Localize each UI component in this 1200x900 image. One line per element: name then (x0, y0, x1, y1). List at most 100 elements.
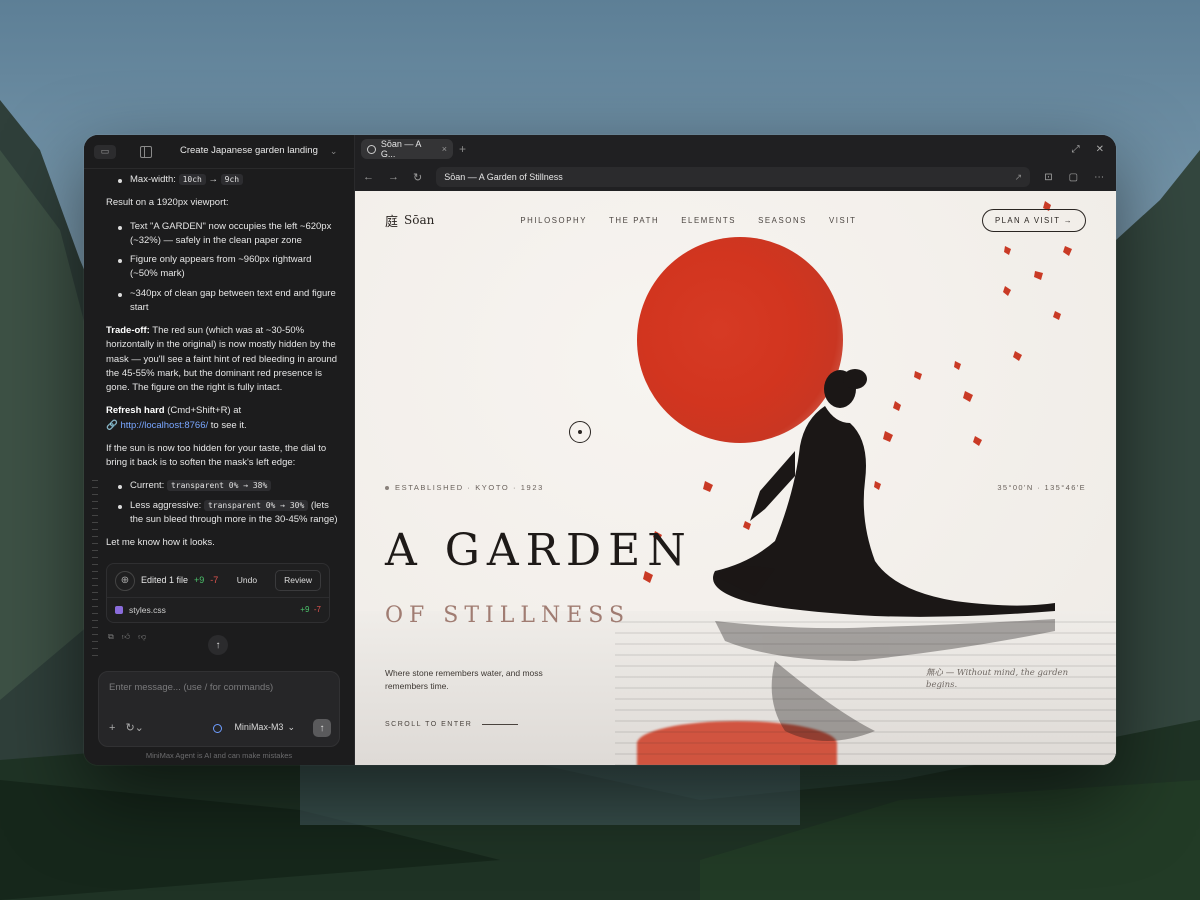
localhost-link[interactable]: 🔗 http://localhost:8766/ (106, 420, 208, 431)
arrow-icon: → (208, 174, 218, 185)
refresh-paragraph: Refresh hard (Cmd+Shift+R) at 🔗 http://l… (106, 404, 340, 433)
maxwidth-label: Max-width: (130, 174, 176, 185)
site-logo[interactable]: 庭 Sōan (385, 211, 434, 230)
custom-cursor (569, 421, 591, 443)
copy-icon[interactable]: ⧉ (108, 631, 114, 643)
window-controls: ⤢ ✕ (1072, 144, 1110, 155)
app-window: ▭ Create Japanese garden landing ⌄ Max-w… (84, 135, 1116, 765)
ai-disclaimer: MiniMax Agent is AI and can make mistake… (145, 750, 293, 760)
screenshot-icon[interactable]: ⊡ (1044, 172, 1052, 183)
info-icon[interactable] (213, 723, 223, 733)
model-selector[interactable]: MiniMax-M3 ⌄ (213, 721, 295, 735)
retry-icon[interactable]: ↻⌄ (125, 720, 143, 737)
hero-subheadline: OF STILLNESS (385, 603, 631, 628)
code-chip: 10ch (178, 174, 206, 185)
close-icon[interactable]: ✕ (1096, 144, 1104, 155)
tab-bar: Sōan — A G... × + ⤢ ✕ (355, 135, 1116, 163)
lines-added: +9 (194, 574, 205, 585)
changed-file-row[interactable]: styles.css +9 -7 (107, 598, 329, 622)
forward-arrow-icon[interactable]: → (388, 171, 399, 183)
address-bar-row: ← → ↻ Sōan — A Garden of Stillness ↗ ⊡ ▢… (355, 163, 1116, 191)
file-lines-removed: -7 (313, 605, 321, 614)
code-chip: transparent 0% → 38% (166, 480, 272, 492)
browser-tools: ⊡ ▢ ⋯ (1044, 172, 1104, 183)
scroll-to-enter-link[interactable]: SCROLL TO ENTER (385, 721, 519, 728)
css-file-icon (115, 606, 123, 614)
result-list: Text "A GARDEN" now occupies the left ~6… (106, 220, 340, 316)
edit-file-icon: ⊕ (115, 570, 135, 591)
refresh-tail: to see it. (208, 419, 247, 431)
composer-toolbar: + ↻⌄ MiniMax-M3 ⌄ ↑ (109, 718, 331, 738)
nav-link-visit[interactable]: VISIT (829, 216, 857, 225)
new-tab-icon[interactable]: + (459, 142, 466, 156)
code-chip: 9ch (220, 174, 244, 185)
back-arrow-icon[interactable]: ← (363, 171, 374, 183)
more-icon[interactable]: ⋯ (1094, 172, 1104, 183)
scroll-to-bottom-button[interactable]: ↑ (208, 635, 228, 655)
file-lines-added: +9 (300, 605, 310, 614)
closing-text: Let me know how it looks. (106, 537, 215, 548)
scroll-cta-text[interactable]: SCROLL TO ENTER (385, 721, 472, 728)
chevron-down-icon[interactable]: ⌄ (287, 721, 295, 735)
mask-options-list: Current: transparent 0% → 38% Less aggre… (106, 479, 340, 527)
edit-summary-row: ⊕ Edited 1 file +9 -7 Undo Review (107, 564, 329, 598)
logo-text: Sōan (404, 213, 435, 227)
lines-removed: -7 (210, 574, 219, 585)
list-item: Max-width: 10ch → 9ch (106, 173, 340, 187)
message-actions: ⧉ 👍︎ 👎︎ (108, 631, 146, 643)
open-external-icon[interactable]: ↗ (1015, 172, 1023, 183)
file-name[interactable]: styles.css (129, 604, 166, 617)
comment-icon[interactable]: ▢ (1069, 172, 1078, 183)
nav-link-seasons[interactable]: SEASONS (758, 216, 807, 225)
coordinates-caption: 35°00'N · 135°46'E (997, 483, 1086, 492)
plan-visit-button[interactable]: PLAN A VISIT → (982, 208, 1086, 232)
list-item: Current: transparent 0% → 38% (106, 479, 340, 493)
message-input[interactable] (109, 682, 309, 693)
refresh-text: (Cmd+Shift+R) at (164, 405, 242, 417)
nav-link-philosophy[interactable]: PHILOSOPHY (520, 216, 587, 225)
message-composer: + ↻⌄ MiniMax-M3 ⌄ ↑ (98, 671, 340, 747)
message-thread: Max-width: 10ch → 9ch Result on a 1920px… (84, 171, 354, 625)
tradeoff-label: Trade-off: (106, 325, 150, 336)
file-diff-stats: +9 -7 (300, 604, 321, 616)
url-text[interactable]: Sōan — A Garden of Stillness (444, 172, 563, 182)
hero-headline: A GARDEN (385, 525, 693, 576)
hero-description: Where stone remembers water, and moss re… (385, 668, 543, 691)
link-text[interactable]: http://localhost:8766/ (120, 420, 208, 431)
thumbs-up-icon[interactable]: 👍︎ (122, 631, 130, 643)
dot-icon (385, 485, 389, 490)
agent-chat-panel: ▭ Create Japanese garden landing ⌄ Max-w… (84, 135, 354, 765)
nav-link-elements[interactable]: ELEMENTS (681, 216, 736, 225)
site-nav: 庭 Sōan PHILOSOPHY THE PATH ELEMENTS SEAS… (355, 207, 1116, 233)
expand-icon[interactable]: ⤢ (1072, 144, 1080, 155)
thumbs-down-icon[interactable]: 👎︎ (138, 631, 146, 643)
list-item: Less aggressive: transparent 0% → 30% (l… (106, 499, 340, 528)
reload-icon[interactable]: ↻ (413, 171, 422, 184)
model-name[interactable]: MiniMax-M3 (234, 721, 283, 735)
maxwidth-list: Max-width: 10ch → 9ch (106, 173, 340, 187)
globe-icon (367, 144, 376, 154)
browser-tab[interactable]: Sōan — A G... × (361, 139, 453, 159)
send-button[interactable]: ↑ (313, 719, 331, 737)
undo-button[interactable]: Undo (229, 571, 265, 590)
aggressive-label: Less aggressive: (130, 499, 202, 511)
refresh-label: Refresh hard (106, 405, 165, 417)
app-menu-icon[interactable]: ▭ (94, 144, 116, 159)
dial-paragraph: If the sun is now too hidden for your ta… (106, 442, 327, 468)
logo-kanji: 庭 (385, 214, 399, 230)
sidebar-toggle-icon[interactable] (140, 145, 152, 158)
edit-summary-label: Edited 1 file (141, 574, 189, 585)
zen-quote: 無心 — Without mind, the garden begins. (926, 668, 1069, 691)
close-tab-icon[interactable]: × (442, 144, 447, 154)
conversation-title[interactable]: Create Japanese garden landing (180, 144, 318, 158)
tab-title[interactable]: Sōan — A G... (381, 139, 437, 159)
url-field[interactable]: Sōan — A Garden of Stillness ↗ (436, 167, 1031, 187)
nav-link-the-path[interactable]: THE PATH (609, 216, 659, 225)
tradeoff-paragraph: Trade-off: The red sun (which was at ~30… (106, 324, 340, 395)
list-item: Text "A GARDEN" now occupies the left ~6… (106, 220, 340, 249)
site-menu: PHILOSOPHY THE PATH ELEMENTS SEASONS VIS… (520, 216, 856, 225)
add-attachment-icon[interactable]: + (109, 720, 115, 737)
established-text: ESTABLISHED · KYOTO · 1923 (395, 483, 544, 492)
review-button[interactable]: Review (275, 570, 321, 591)
chevron-down-icon[interactable]: ⌄ (330, 145, 338, 159)
